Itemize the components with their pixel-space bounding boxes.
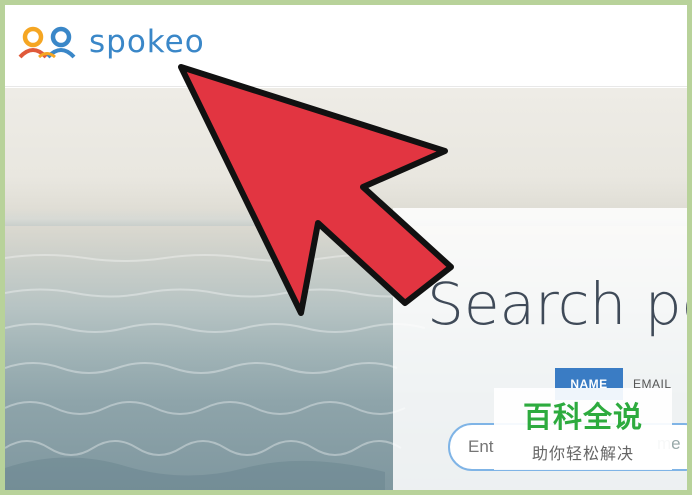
search-heading: Search pe [427,270,687,338]
site-header: spokeo [5,5,687,87]
watermark-title: 百科全说 [522,400,643,434]
logo-wordmark: spokeo [89,24,205,60]
spokeo-logo[interactable]: spokeo [17,23,205,61]
screenshot-frame: spokeo Search pe NAME EMAIL me [5,5,687,490]
watermark: 百科全说 助你轻松解决 [494,388,672,470]
watermark-subtitle: 助你轻松解决 [531,444,634,463]
spokeo-people-logo-icon [18,26,76,59]
